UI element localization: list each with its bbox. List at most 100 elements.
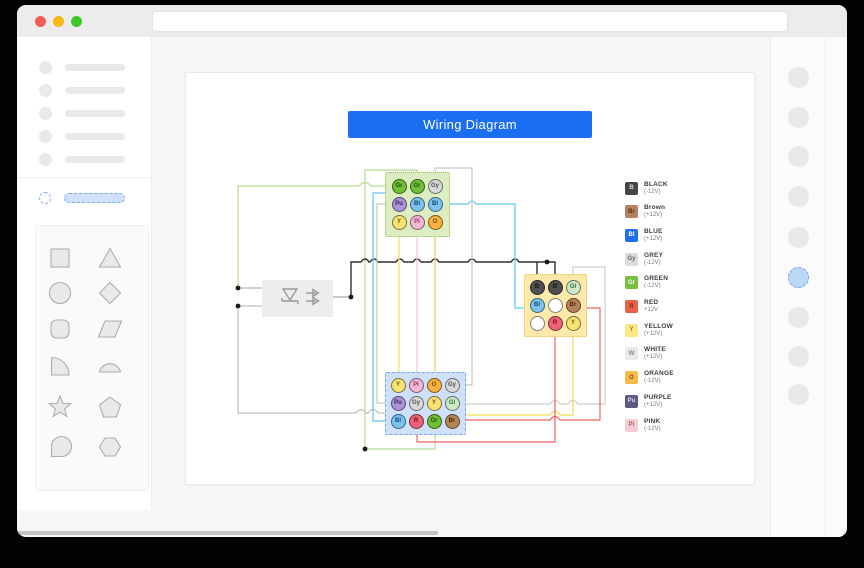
sidebar-item[interactable]: [17, 84, 152, 98]
legend-item-red: RRED+12V: [625, 300, 715, 320]
pin-Gr[interactable]: Gr: [427, 414, 442, 429]
shape-diamond[interactable]: [97, 280, 123, 306]
sidebar-divider: [17, 177, 152, 178]
pin-Bl[interactable]: Bl: [428, 197, 443, 212]
pin-Pu[interactable]: Pu: [392, 197, 407, 212]
pin-Bl[interactable]: Bl: [530, 298, 545, 313]
pin-Y[interactable]: Y: [566, 316, 581, 331]
shape-quarter-circle[interactable]: [47, 353, 73, 379]
legend-swatch: Pu: [625, 395, 638, 408]
sidebar-item[interactable]: [17, 153, 152, 167]
pin-Gy[interactable]: Gy: [445, 378, 460, 393]
shape-star[interactable]: [47, 394, 73, 420]
teardrop-icon: [47, 434, 73, 460]
pin-Gl[interactable]: Gl: [445, 396, 460, 411]
legend-item-blue: BlBLUE(+12V): [625, 229, 715, 249]
pin-Pu[interactable]: Pu: [391, 396, 406, 411]
shape-hexagon[interactable]: [97, 434, 123, 460]
pin-O[interactable]: O: [428, 215, 443, 230]
sidebar-item-label-placeholder: [65, 64, 125, 71]
legend-item-purple: PuPURPLE(+12V): [625, 395, 715, 415]
panel-dot[interactable]: [788, 186, 809, 207]
pentagon-icon: [97, 394, 123, 420]
connector-yellow[interactable]: BBGlBlBrRY: [524, 274, 587, 337]
legend-color-name: PURPLE: [644, 394, 672, 401]
shape-semicircle[interactable]: [97, 353, 123, 379]
sidebar-item[interactable]: [17, 61, 152, 75]
legend-item-green: GrGREEN(-12V): [625, 276, 715, 296]
pin-B[interactable]: B: [530, 280, 545, 295]
parallelogram-icon: [97, 316, 123, 342]
pin-Gr[interactable]: Gr: [392, 179, 407, 194]
legend-voltage: (+12V): [644, 236, 662, 242]
pin-Pi[interactable]: Pi: [410, 215, 425, 230]
legend-voltage: (-12V): [644, 189, 661, 195]
address-input[interactable]: [152, 11, 788, 32]
pin-Bl[interactable]: Bl: [410, 197, 425, 212]
sidebar-item-icon: [39, 130, 52, 143]
shape-rounded-square[interactable]: [47, 316, 73, 342]
panel-dot-selected[interactable]: [788, 267, 809, 288]
sidebar-item-label-placeholder: [65, 87, 125, 94]
pin-Y[interactable]: Y: [427, 396, 442, 411]
sidebar-item[interactable]: [17, 130, 152, 144]
pin-W[interactable]: [530, 316, 545, 331]
legend-swatch: Pi: [625, 419, 638, 432]
panel-dot[interactable]: [788, 307, 809, 328]
shape-pentagon[interactable]: [97, 394, 123, 420]
circle-icon: [47, 280, 73, 306]
pin-Br[interactable]: Br: [445, 414, 460, 429]
pin-Y[interactable]: Y: [392, 215, 407, 230]
shape-teardrop[interactable]: [47, 434, 73, 460]
legend-voltage: (-12V): [644, 283, 661, 289]
zoom-button[interactable]: [71, 16, 82, 27]
legend-voltage: +12V: [644, 307, 658, 313]
pin-Br[interactable]: Br: [566, 298, 581, 313]
star-icon: [47, 394, 73, 420]
connector-green[interactable]: GrGrGyPuBlBlYPiO: [385, 172, 450, 237]
pin-B[interactable]: B: [548, 280, 563, 295]
legend-color-name: GREY: [644, 252, 663, 259]
minimize-button[interactable]: [53, 16, 64, 27]
legend-swatch: W: [625, 347, 638, 360]
pin-Gl[interactable]: Gl: [566, 280, 581, 295]
sidebar-item-icon: [39, 107, 52, 120]
led-component[interactable]: [262, 280, 333, 317]
diagram-title-banner[interactable]: Wiring Diagram: [348, 111, 592, 138]
legend-swatch: Br: [625, 205, 638, 218]
app-window: Wiring Diagram GrGrGyPuBlBlYPiOBBGlBlBrR…: [17, 5, 847, 537]
sidebar-selected-item[interactable]: [64, 193, 125, 203]
legend-item-yellow: YYELLOW(+12V): [625, 324, 715, 344]
close-button[interactable]: [35, 16, 46, 27]
shape-square[interactable]: [47, 245, 73, 271]
pin-Gy[interactable]: Gy: [428, 179, 443, 194]
sidebar-item[interactable]: [17, 107, 152, 121]
pin-Bl[interactable]: Bl: [391, 414, 406, 429]
legend-item-orange: OORANGE(-12V): [625, 371, 715, 391]
panel-dot[interactable]: [788, 146, 809, 167]
shape-circle[interactable]: [47, 280, 73, 306]
legend-swatch: R: [625, 300, 638, 313]
pin-Y[interactable]: Y: [391, 378, 406, 393]
sidebar-selected-item-icon[interactable]: [39, 192, 51, 204]
horizontal-scrollbar-thumb[interactable]: [17, 531, 438, 535]
pin-O[interactable]: O: [427, 378, 442, 393]
triangle-icon: [97, 245, 123, 271]
panel-dot[interactable]: [788, 107, 809, 128]
semicircle-icon: [97, 353, 123, 379]
pin-Gy[interactable]: Gy: [409, 396, 424, 411]
pin-W[interactable]: [548, 298, 563, 313]
panel-dot[interactable]: [788, 384, 809, 405]
panel-dot[interactable]: [788, 346, 809, 367]
shape-triangle[interactable]: [97, 245, 123, 271]
panel-dot[interactable]: [788, 67, 809, 88]
pin-R[interactable]: R: [548, 316, 563, 331]
legend-item-black: BBLACK(-12V): [625, 182, 715, 202]
pin-Gr[interactable]: Gr: [410, 179, 425, 194]
pin-R[interactable]: R: [409, 414, 424, 429]
connector-blue[interactable]: YPiOGyPuGyYGlBlRGrBr: [385, 372, 466, 435]
shape-parallelogram[interactable]: [97, 316, 123, 342]
panel-dot[interactable]: [788, 227, 809, 248]
pin-Pi[interactable]: Pi: [409, 378, 424, 393]
quarter-circle-icon: [47, 353, 73, 379]
